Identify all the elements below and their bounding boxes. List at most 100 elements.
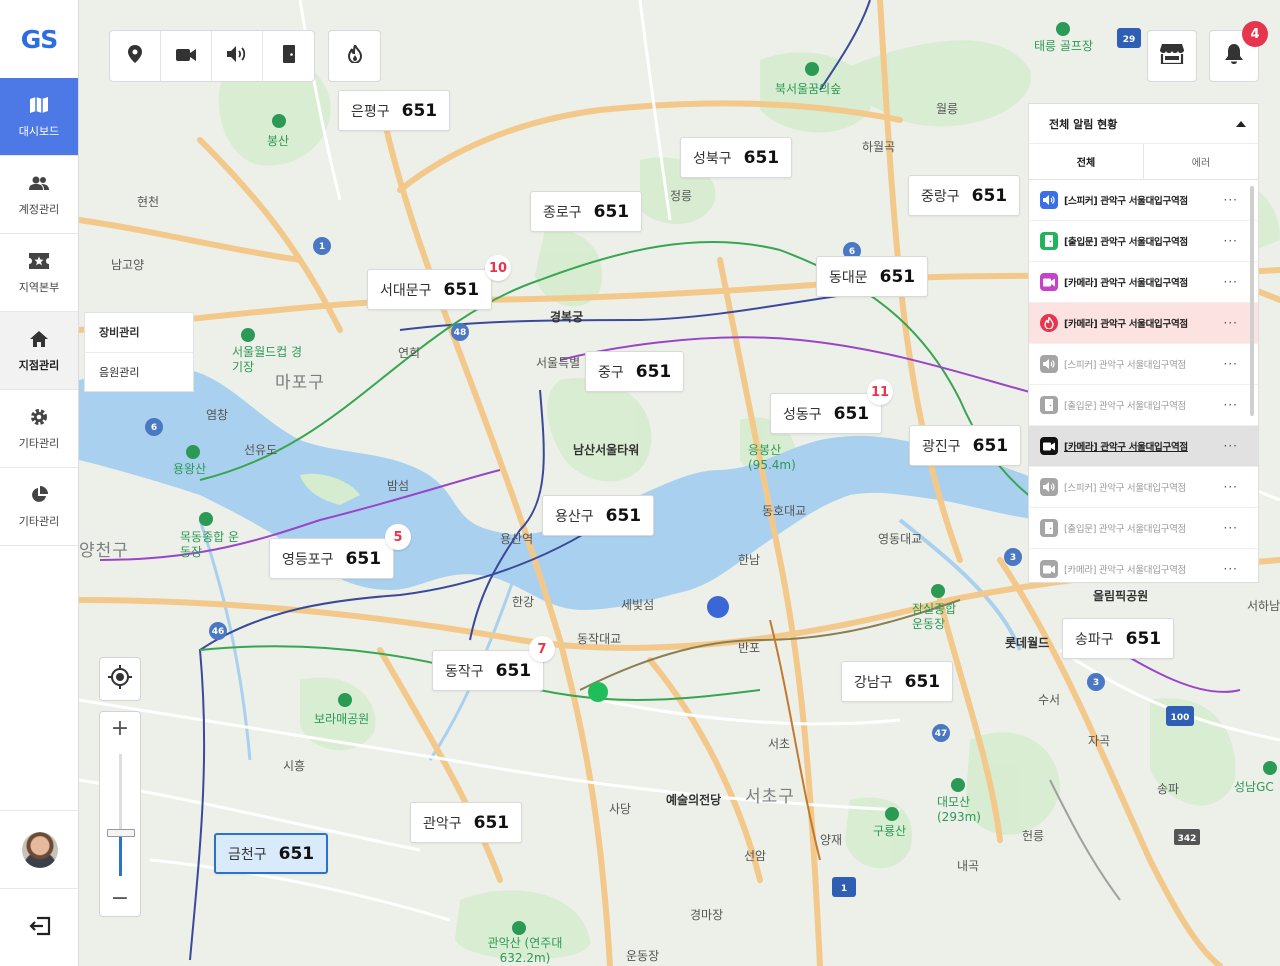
more-options-icon[interactable]: ···	[1224, 480, 1238, 494]
alarm-row-door[interactable]: [출입문] 관악구 서울대입구역점 ···	[1029, 221, 1258, 262]
my-location-button[interactable]	[99, 657, 141, 701]
sidebar-item-label: 계정관리	[18, 203, 60, 216]
map-label: 내곡	[957, 859, 980, 873]
district-count: 651	[1125, 628, 1162, 649]
svg-text:342: 342	[1178, 834, 1197, 844]
alarm-row-speaker[interactable]: [스피커] 관악구 서울대입구역점 ···	[1029, 467, 1258, 508]
alert-count-badge[interactable]: 11	[867, 379, 893, 405]
alarm-row-camera-highlighted[interactable]: [카메라] 관악구 서울대입구역점 ···	[1029, 426, 1258, 467]
alarm-row-speaker[interactable]: [스피커] 관악구 서울대입구역점 ···	[1029, 180, 1258, 221]
filter-camera-button[interactable]	[161, 31, 212, 81]
sidebar-item-branches[interactable]: 지점관리	[0, 312, 78, 390]
alert-count-badge[interactable]: 5	[385, 524, 411, 550]
store-icon	[1160, 44, 1184, 68]
district-label-songpa[interactable]: 송파구 651	[1062, 618, 1175, 659]
district-label-dongdaemun[interactable]: 동대문 651	[816, 256, 929, 297]
alarm-tabs: 전체 에러	[1029, 144, 1258, 180]
district-label-jungnang[interactable]: 중랑구 651	[908, 175, 1021, 216]
alarm-text: [카메라] 관악구 서울대입구역점	[1064, 442, 1188, 453]
more-options-icon[interactable]: ···	[1224, 193, 1238, 207]
sidebar-item-accounts[interactable]: 계정관리	[0, 156, 78, 234]
zoom-slider-handle[interactable]	[107, 829, 135, 838]
district-name: 은평구	[351, 103, 390, 120]
map-label: 동호대교	[762, 504, 807, 518]
alarm-panel-header[interactable]: 전체 알림 현황	[1029, 104, 1258, 144]
district-label-dongjak[interactable]: 동작구 651	[432, 650, 545, 691]
district-label-yongsan[interactable]: 용산구 651	[542, 495, 655, 536]
more-options-icon[interactable]: ···	[1224, 357, 1238, 371]
more-options-icon[interactable]: ···	[1224, 521, 1238, 535]
map-label: 마포구	[275, 373, 325, 393]
ticket-icon	[28, 250, 50, 272]
alert-count-badge[interactable]: 10	[485, 255, 511, 281]
alarm-row-door[interactable]: [출입문] 관악구 서울대입구역점 ···	[1029, 508, 1258, 549]
caret-up-icon[interactable]	[1236, 117, 1246, 130]
more-options-icon[interactable]: ···	[1224, 234, 1238, 248]
district-count: 651	[904, 671, 941, 692]
brand-logo[interactable]: GS	[0, 0, 78, 78]
svg-text:1: 1	[319, 242, 325, 252]
svg-text:48: 48	[454, 328, 467, 338]
alarm-row-camera[interactable]: [카메라] 관악구 서울대입구역점 ···	[1029, 262, 1258, 303]
district-label-seongbuk[interactable]: 성북구 651	[680, 137, 793, 178]
submenu-item-equipment[interactable]: 장비관리	[85, 313, 193, 353]
district-label-yeongdeungpo[interactable]: 영등포구 651	[269, 538, 395, 579]
filter-speaker-button[interactable]	[212, 31, 263, 81]
map-label: 구룡산	[873, 824, 907, 838]
more-options-icon[interactable]: ···	[1224, 562, 1238, 576]
sidebar-item-dashboard[interactable]: 대시보드	[0, 78, 78, 156]
district-label-jung[interactable]: 중구 651	[585, 351, 685, 392]
district-name: 영등포구	[282, 551, 334, 568]
more-options-icon[interactable]: ···	[1224, 316, 1238, 330]
zoom-in-button[interactable]: +	[100, 712, 140, 744]
district-count: 651	[593, 201, 630, 222]
district-label-seongdong[interactable]: 성동구 651	[770, 393, 883, 434]
district-count: 651	[743, 147, 780, 168]
alarm-row-door[interactable]: [출입문] 관악구 서울대입구역점 ···	[1029, 385, 1258, 426]
more-options-icon[interactable]: ···	[1224, 439, 1238, 453]
avatar[interactable]	[21, 831, 58, 868]
sidebar-item-etc-2[interactable]: 기타관리	[0, 468, 78, 546]
alarm-row-camera[interactable]: [카메라] 관악구 서울대입구역점 ···	[1029, 549, 1258, 590]
filter-fire-group	[328, 30, 381, 82]
alarm-text: [카메라] 관악구 서울대입구역점	[1064, 278, 1188, 289]
svg-text:1: 1	[841, 884, 847, 894]
map-label: 정릉	[670, 189, 693, 203]
map-label: 밤섬	[387, 479, 410, 493]
district-label-gwangjin[interactable]: 광진구 651	[909, 425, 1022, 466]
tab-all[interactable]: 전체	[1029, 144, 1144, 179]
sidebar-item-regional[interactable]: 지역본부	[0, 234, 78, 312]
district-count: 651	[473, 812, 510, 833]
store-button[interactable]	[1147, 30, 1197, 82]
district-label-jongno[interactable]: 종로구 651	[530, 191, 643, 232]
alarm-row-speaker[interactable]: [스피커] 관악구 서울대입구역점 ···	[1029, 344, 1258, 385]
district-label-eunpyeong[interactable]: 은평구 651	[338, 90, 451, 131]
map-label: 헌릉	[1022, 829, 1045, 843]
filter-fire-button[interactable]	[329, 31, 380, 81]
video-camera-icon	[1040, 560, 1058, 578]
alarm-scrollbar[interactable]	[1250, 186, 1254, 416]
logout-button[interactable]	[0, 888, 79, 966]
map-label: 잠실종합 운동장	[912, 602, 957, 631]
district-label-geumcheon-selected[interactable]: 금천구 651	[214, 833, 329, 874]
svg-text:47: 47	[935, 729, 948, 739]
tab-error[interactable]: 에러	[1144, 144, 1258, 179]
sidebar-item-etc[interactable]: 기타관리	[0, 390, 78, 468]
filter-button-group	[109, 30, 315, 82]
district-label-gwanak[interactable]: 관악구 651	[410, 802, 523, 843]
alert-count-badge[interactable]: 7	[529, 636, 555, 662]
filter-location-button[interactable]	[110, 31, 161, 81]
district-label-gangnam[interactable]: 강남구 651	[841, 661, 954, 702]
zoom-out-button[interactable]: −	[100, 880, 140, 916]
door-icon	[282, 45, 295, 67]
filter-door-button[interactable]	[263, 31, 314, 81]
more-options-icon[interactable]: ···	[1224, 275, 1238, 289]
more-options-icon[interactable]: ···	[1224, 398, 1238, 412]
alarm-row-fire-error[interactable]: [카메라] 관악구 서울대입구역점 ···	[1029, 303, 1258, 344]
fire-icon	[347, 41, 363, 67]
submenu-item-audio[interactable]: 음원관리	[85, 353, 193, 393]
speaker-icon	[1040, 191, 1058, 209]
district-name: 종로구	[543, 204, 582, 221]
district-label-seodaemun[interactable]: 서대문구 651	[367, 269, 493, 310]
speaker-icon	[227, 46, 247, 66]
